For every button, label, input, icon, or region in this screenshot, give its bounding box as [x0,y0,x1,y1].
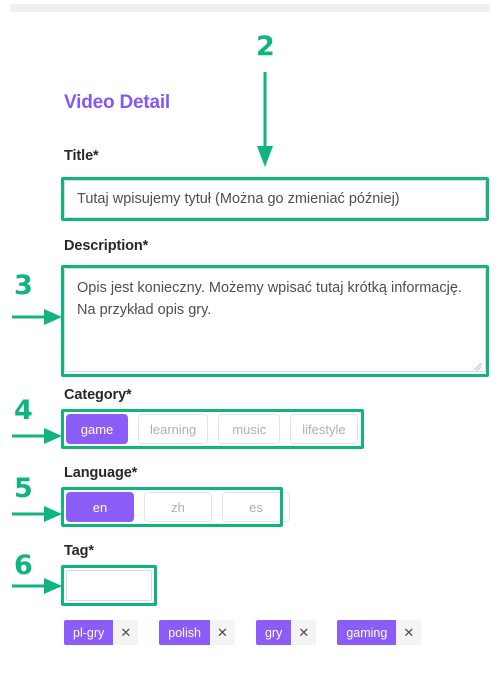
video-detail-form: Video Detail Title* Description* Categor… [0,0,500,698]
close-icon[interactable]: ✕ [396,620,422,645]
category-option-music[interactable]: music [218,414,281,444]
tag-chip-label: pl-gry [64,620,114,645]
description-label: Description* [64,238,149,254]
language-label: Language* [64,465,138,481]
language-option-en[interactable]: en [66,492,134,522]
category-option-game[interactable]: game [66,414,128,444]
tag-input[interactable] [66,570,152,601]
tag-chip: gaming ✕ [337,620,422,645]
tag-chip: pl-gry ✕ [64,620,139,645]
description-textarea[interactable] [64,268,486,372]
category-option-learning[interactable]: learning [138,414,209,444]
tag-chip: polish ✕ [159,620,235,645]
close-icon[interactable]: ✕ [291,620,317,645]
language-group: en zh es [66,492,300,522]
language-option-es[interactable]: es [222,492,290,522]
category-group: game learning music lifestyle [66,414,368,444]
tag-chip-list: pl-gry ✕ polish ✕ gry ✕ gaming ✕ [64,620,442,645]
category-label: Category* [64,387,132,403]
tag-chip-label: gry [255,620,292,645]
tag-chip: gry ✕ [255,620,317,645]
category-option-lifestyle[interactable]: lifestyle [290,414,358,444]
title-label: Title* [64,148,99,164]
language-option-zh[interactable]: zh [144,492,212,522]
tag-label: Tag* [64,543,94,559]
page-title: Video Detail [64,92,171,113]
tag-chip-label: polish [159,620,210,645]
close-icon[interactable]: ✕ [209,620,235,645]
tag-chip-label: gaming [337,620,397,645]
close-icon[interactable]: ✕ [113,620,139,645]
title-input[interactable] [64,180,486,218]
